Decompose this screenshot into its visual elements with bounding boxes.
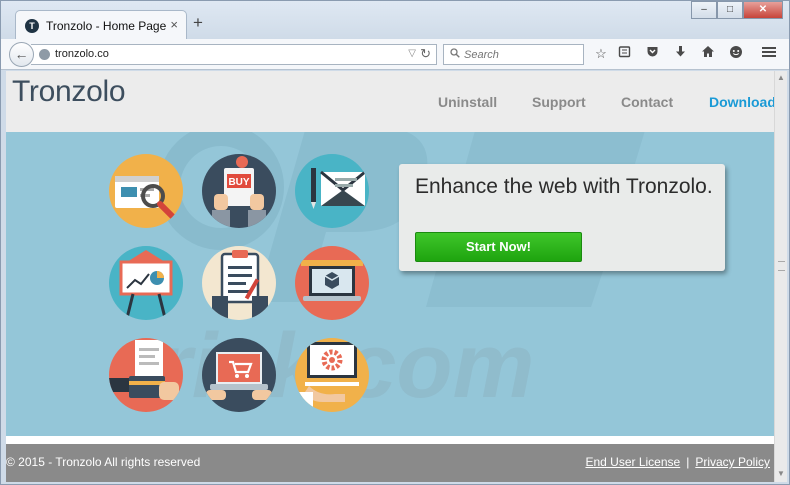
start-now-button[interactable]: Start Now! xyxy=(415,232,582,262)
search-input[interactable] xyxy=(464,47,579,62)
reload-icon[interactable]: ↻ xyxy=(420,46,431,62)
laptop-cart-icon xyxy=(202,338,276,412)
title-bar: T Tronzolo - Home Page × + – □ ✕ xyxy=(1,1,789,40)
footer-separator: | xyxy=(686,455,690,469)
scroll-down-icon[interactable]: ▼ xyxy=(777,469,785,478)
tronzolo-favicon-icon: T xyxy=(25,19,39,33)
url-text[interactable]: tronzolo.co xyxy=(55,48,109,60)
pocket-icon[interactable] xyxy=(643,45,661,63)
hero-section: risk.com BUY xyxy=(6,132,774,436)
nav-download[interactable]: Download xyxy=(709,94,774,110)
globe-icon xyxy=(39,49,50,60)
close-tab-icon[interactable]: × xyxy=(170,17,178,32)
nav-support[interactable]: Support xyxy=(532,94,586,110)
buy-label: BUY xyxy=(228,177,249,188)
footer-links: End User License | Privacy Policy xyxy=(585,455,770,469)
search-icon xyxy=(450,48,460,61)
navigation-toolbar: tronzolo.co ▽ ↻ ← ☆ xyxy=(1,39,789,70)
page-viewport: Tronzolo Uninstall Support Contact Downl… xyxy=(6,71,774,482)
new-tab-button[interactable]: + xyxy=(193,14,203,31)
back-arrow-icon: ← xyxy=(14,46,29,62)
site-footer: © 2015 - Tronzolo All rights reserved En… xyxy=(6,444,774,482)
laptop-box-icon xyxy=(295,246,369,320)
bookmark-star-icon[interactable]: ☆ xyxy=(592,45,610,63)
vertical-scrollbar[interactable]: ▲ ▼ xyxy=(774,71,787,482)
browser-magnifier-icon xyxy=(109,154,183,228)
nav-uninstall[interactable]: Uninstall xyxy=(438,94,497,110)
menu-icon[interactable] xyxy=(760,45,778,63)
site-logo[interactable]: Tronzolo xyxy=(12,75,126,109)
browser-tab[interactable]: T Tronzolo - Home Page × xyxy=(15,10,187,40)
tab-title: Tronzolo - Home Page xyxy=(46,19,167,33)
maximize-button[interactable]: □ xyxy=(717,1,743,19)
end-user-license-link[interactable]: End User License xyxy=(585,455,680,469)
pen-envelope-icon xyxy=(295,154,369,228)
presentation-board-icon xyxy=(109,246,183,320)
promo-box: Enhance the web with Tronzolo. Start Now… xyxy=(399,164,725,271)
hello-chat-icon[interactable] xyxy=(727,45,745,63)
address-bar[interactable]: tronzolo.co ▽ ↻ xyxy=(31,44,437,65)
site-header: Tronzolo Uninstall Support Contact Downl… xyxy=(6,71,774,132)
hand-gear-icon xyxy=(295,338,369,412)
privacy-policy-link[interactable]: Privacy Policy xyxy=(695,455,770,469)
clipboard-icon xyxy=(202,246,276,320)
home-icon[interactable] xyxy=(699,45,717,63)
scroll-up-icon[interactable]: ▲ xyxy=(777,73,785,82)
window-controls: – □ ✕ xyxy=(691,1,783,19)
back-button[interactable]: ← xyxy=(9,42,34,67)
buy-tablet-icon: BUY xyxy=(202,154,276,228)
downloads-icon[interactable] xyxy=(671,45,689,63)
scroll-thumb[interactable] xyxy=(778,261,785,271)
close-window-button[interactable]: ✕ xyxy=(743,1,783,19)
promo-headline: Enhance the web with Tronzolo. xyxy=(415,175,713,198)
browser-window: T Tronzolo - Home Page × + – □ ✕ tronzol… xyxy=(0,0,790,485)
reading-list-icon[interactable] xyxy=(615,45,633,63)
search-bar[interactable] xyxy=(443,44,584,65)
url-dropdown-icon[interactable]: ▽ xyxy=(408,48,416,59)
footer-spacer xyxy=(6,436,774,444)
nav-contact[interactable]: Contact xyxy=(621,94,673,110)
minimize-button[interactable]: – xyxy=(691,1,717,19)
receipt-card-icon xyxy=(109,338,183,412)
copyright-text: © 2015 - Tronzolo All rights reserved xyxy=(6,455,201,469)
